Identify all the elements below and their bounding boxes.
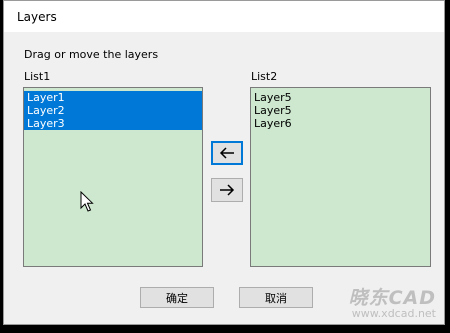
layers-dialog: Layers Drag or move the layers List1 Lay… bbox=[3, 0, 445, 325]
list1-item[interactable]: Layer2 bbox=[24, 104, 202, 117]
arrow-right-icon bbox=[220, 184, 235, 196]
list2-item[interactable]: Layer5 bbox=[251, 91, 430, 104]
instruction-text: Drag or move the layers bbox=[24, 48, 159, 61]
list1-item[interactable]: Layer3 bbox=[24, 117, 202, 130]
cancel-button[interactable]: 取消 bbox=[239, 287, 313, 308]
watermark-logo: 晓东CAD bbox=[348, 287, 436, 309]
ok-button[interactable]: 确定 bbox=[140, 287, 214, 308]
list1-label: List1 bbox=[24, 70, 51, 83]
title-bar: Layers bbox=[4, 1, 444, 32]
list1-listbox[interactable]: Layer1 Layer2 Layer3 bbox=[23, 87, 203, 267]
move-left-button[interactable] bbox=[211, 141, 243, 165]
move-right-button[interactable] bbox=[211, 178, 243, 202]
watermark-url: www.xdcad.net bbox=[351, 307, 436, 320]
watermark: 晓东CAD www.xdcad.net bbox=[349, 288, 436, 320]
list2-listbox[interactable]: Layer5 Layer5 Layer6 bbox=[250, 87, 431, 267]
list1-item[interactable]: Layer1 bbox=[24, 91, 202, 104]
arrow-left-icon bbox=[219, 147, 234, 159]
list2-label: List2 bbox=[251, 70, 278, 83]
mouse-pointer-icon bbox=[80, 191, 94, 212]
list2-item[interactable]: Layer5 bbox=[251, 104, 430, 117]
window-title: Layers bbox=[17, 10, 57, 24]
list2-item[interactable]: Layer6 bbox=[251, 117, 430, 130]
